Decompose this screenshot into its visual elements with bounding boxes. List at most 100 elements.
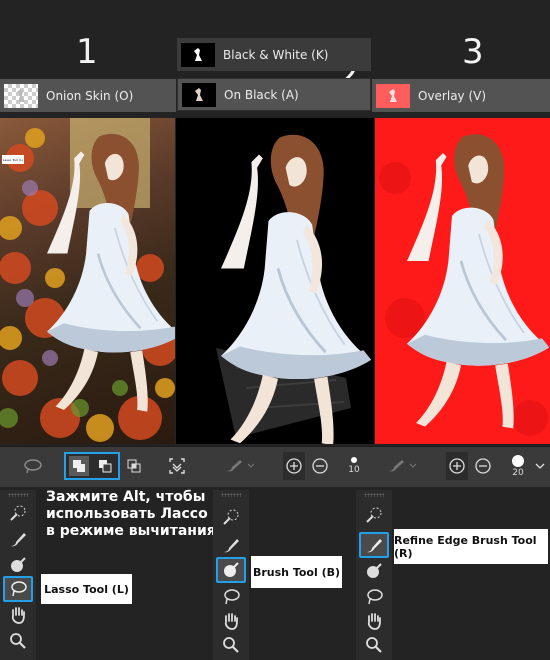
onion-skin-thumbnail (4, 83, 38, 108)
brush-size-value: 10 (348, 465, 360, 475)
on-black-label: On Black (A) (224, 87, 299, 102)
brush-icon (11, 533, 26, 547)
subtract-selection-icon (99, 460, 112, 473)
alt-subtract-note: Зажмите Alt, чтобы использовать Лассо в … (46, 489, 216, 539)
quick-selection-tool[interactable] (359, 502, 389, 528)
quick-selection-icon (10, 505, 26, 521)
chevron-down-icon (535, 463, 545, 469)
quick-selection-tool[interactable] (3, 500, 33, 526)
zoom-tool[interactable] (359, 632, 389, 658)
view-mode-overlay[interactable]: Overlay (V) (372, 79, 550, 112)
onion-skin-label: Onion Skin (O) (46, 88, 134, 103)
refine-brush-icon (389, 460, 417, 472)
step-number-1: 1 (76, 32, 98, 72)
on-black-preview (216, 133, 373, 444)
minus-circle-icon (475, 458, 491, 474)
brush-size-value-2: 20 (512, 467, 524, 478)
quick-selection-icon (366, 507, 382, 523)
increase-size-button[interactable] (283, 452, 305, 480)
intersect-selection-button[interactable] (124, 452, 144, 480)
lasso-tool[interactable] (359, 584, 389, 610)
refine-edge-brush-icon (11, 557, 26, 572)
brush-icon (227, 460, 255, 472)
hand-tool[interactable] (359, 608, 389, 634)
minus-circle-icon (312, 458, 328, 474)
brush-size-dot-icon (512, 454, 524, 467)
zoom-tool[interactable] (3, 628, 33, 654)
zoom-icon (223, 637, 239, 653)
select-subject-icon (169, 458, 185, 474)
quick-selection-icon (223, 509, 239, 525)
brush-size-control[interactable]: 10 (340, 452, 368, 480)
zoom-tool[interactable] (216, 632, 246, 658)
brush-tool-alt[interactable] (216, 532, 246, 558)
overlay-label: Overlay (V) (418, 88, 487, 103)
refine-brush-preset-button[interactable] (384, 452, 420, 480)
black-white-thumbnail (181, 42, 215, 67)
photo-panel-onion-skin: Lasso Tool (L) (0, 118, 175, 444)
lasso-preset-button[interactable] (20, 452, 46, 480)
brush-tool[interactable] (3, 526, 33, 552)
on-black-thumbnail (182, 82, 216, 107)
toolbar-grip (364, 493, 384, 497)
autumn-foliage-background (0, 118, 175, 442)
hand-tool[interactable] (3, 602, 33, 628)
refine-edge-brush-tool[interactable] (3, 552, 33, 578)
brush-icon (367, 563, 382, 578)
brush-size-dropdown[interactable] (534, 452, 546, 480)
refine-edge-brush-icon (367, 539, 382, 553)
select-subject-button[interactable] (165, 452, 189, 480)
overlay-thumbnail (376, 83, 410, 108)
decrease-size-button-2[interactable] (472, 452, 494, 480)
lasso-tool-tooltip: Lasso Tool (L) (2, 155, 24, 164)
step-number-3: 3 (462, 32, 484, 72)
decrease-size-button[interactable] (309, 452, 331, 480)
lasso-tool[interactable] (3, 576, 33, 602)
intersect-selection-icon (127, 459, 141, 473)
lasso-icon (24, 459, 42, 474)
brush-tool[interactable] (216, 557, 246, 583)
hand-tool[interactable] (216, 608, 246, 634)
brush-size-dot-icon (351, 457, 357, 463)
quick-selection-tool[interactable] (216, 504, 246, 530)
girl-silhouette-icon (17, 88, 25, 102)
hand-icon (11, 607, 25, 624)
brush-tool[interactable] (359, 558, 389, 584)
view-mode-onion-skin[interactable]: Onion Skin (O) (0, 79, 176, 112)
girl-silhouette-icon (194, 47, 202, 61)
lasso-icon (11, 581, 27, 597)
plus-circle-icon (286, 458, 302, 474)
toolbar-grip (8, 493, 28, 497)
plus-circle-icon (449, 458, 465, 474)
increase-size-button-2[interactable] (446, 452, 468, 480)
photo-panel-on-black (176, 118, 374, 444)
lasso-tool[interactable] (216, 584, 246, 610)
overlay-preview (379, 132, 550, 436)
brush-icon (224, 562, 239, 577)
girl-silhouette-icon (389, 88, 397, 102)
add-to-selection-button[interactable] (69, 456, 89, 476)
selection-mode-group (64, 452, 120, 480)
subtract-from-selection-button[interactable] (95, 456, 115, 476)
toolbar-brush-step (213, 490, 249, 660)
toolbar-lasso-step (0, 490, 36, 660)
photo-panel-overlay (375, 118, 550, 444)
girl-silhouette-icon (195, 87, 203, 101)
lasso-icon (367, 589, 383, 605)
zoom-icon (366, 637, 382, 653)
refine-edge-brush-tool[interactable] (359, 532, 389, 558)
brush-icon (224, 539, 239, 553)
brush-tool-callout: Brush Tool (B) (251, 556, 342, 588)
refine-edge-brush-tool-callout: Refine Edge Brush Tool (R) (394, 529, 548, 564)
brush-size-control-2[interactable]: 20 (504, 452, 532, 480)
view-mode-black-white[interactable]: Black & White (K) (177, 38, 371, 71)
brush-preset-button[interactable] (222, 452, 258, 480)
view-mode-on-black[interactable]: On Black (A) (177, 78, 371, 111)
black-white-label: Black & White (K) (223, 47, 329, 62)
toolbar-refine-step (356, 490, 392, 660)
lasso-tool-callout: Lasso Tool (L) (41, 574, 132, 604)
hand-icon (224, 613, 238, 630)
hand-icon (367, 613, 381, 630)
lasso-icon (224, 589, 240, 605)
zoom-icon (10, 633, 26, 649)
